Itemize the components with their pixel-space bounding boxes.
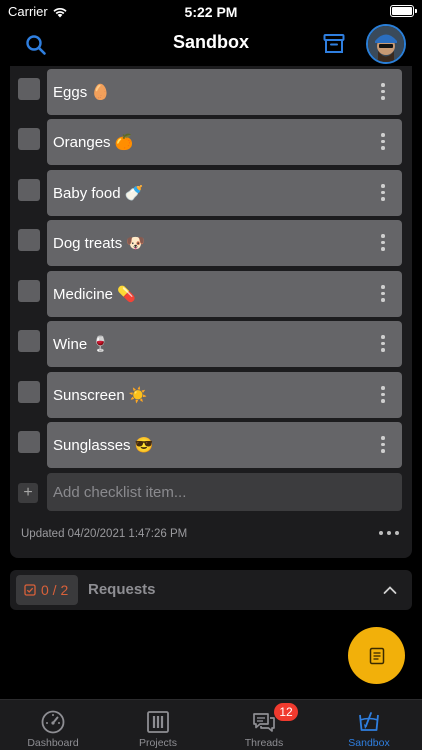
page-title: Sandbox — [172, 32, 249, 52]
requests-count-badge: 0 / 2 — [16, 575, 78, 605]
checklist-item[interactable]: Eggs 🥚 — [47, 69, 402, 115]
tab-projects[interactable]: Projects — [105, 700, 211, 750]
avatar-image — [368, 26, 404, 62]
tab-bar: Dashboard Projects Threads Sandbox — [0, 699, 422, 750]
item-label: Oranges 🍊 — [53, 134, 134, 151]
threads-unread-badge: 12 — [274, 703, 298, 721]
checklist-row: Dog treats 🐶 — [10, 220, 412, 266]
item-label: Eggs 🥚 — [53, 84, 111, 101]
item-label: Medicine 💊 — [53, 286, 136, 303]
status-time: 5:22 PM — [184, 4, 238, 20]
checklist-item[interactable]: Wine 🍷 — [47, 321, 402, 367]
requests-count: 0 / 2 — [41, 582, 69, 598]
checklist-row: Baby food 🍼 — [10, 170, 412, 216]
item-checkbox[interactable] — [18, 229, 40, 251]
battery-fill — [392, 7, 412, 15]
more-vertical-icon[interactable] — [381, 386, 385, 404]
item-label: Sunscreen ☀️ — [53, 387, 148, 404]
more-vertical-icon[interactable] — [381, 436, 385, 454]
add-item-row: + — [10, 473, 412, 511]
checklist-item[interactable]: Oranges 🍊 — [47, 119, 402, 165]
item-checkbox[interactable] — [18, 330, 40, 352]
checklist-row: Eggs 🥚 — [10, 69, 412, 115]
tab-sandbox[interactable]: Sandbox — [316, 700, 422, 750]
checklist-row: Sunglasses 😎 — [10, 422, 412, 468]
checklist-row: Medicine 💊 — [10, 271, 412, 317]
item-label: Wine 🍷 — [53, 336, 111, 353]
checkbox-icon — [24, 584, 36, 596]
item-checkbox[interactable] — [18, 128, 40, 150]
checklist-row: Wine 🍷 — [10, 321, 412, 367]
sandbox-icon — [359, 712, 379, 731]
more-vertical-icon[interactable] — [381, 133, 385, 151]
item-label: Dog treats 🐶 — [53, 235, 146, 252]
more-vertical-icon[interactable] — [381, 184, 385, 202]
more-vertical-icon[interactable] — [381, 335, 385, 353]
more-vertical-icon[interactable] — [381, 285, 385, 303]
avatar[interactable] — [366, 24, 406, 64]
archive-icon[interactable] — [322, 32, 346, 56]
tab-label: Threads — [244, 737, 284, 749]
checklist-card: Eggs 🥚 Oranges 🍊 Baby food 🍼 Dog treats … — [10, 66, 412, 558]
new-note-button[interactable] — [348, 627, 405, 684]
item-checkbox[interactable] — [18, 179, 40, 201]
updated-timestamp: Updated 04/20/2021 1:47:26 PM — [21, 528, 188, 540]
checklist-item[interactable]: Medicine 💊 — [47, 271, 402, 317]
checklist-item[interactable]: Baby food 🍼 — [47, 170, 402, 216]
more-vertical-icon[interactable] — [381, 83, 385, 101]
item-label: Sunglasses 😎 — [53, 437, 154, 454]
note-icon — [369, 647, 384, 664]
status-bar: Carrier 5:22 PM — [0, 0, 422, 24]
gauge-icon — [41, 710, 65, 734]
tab-label: Projects — [139, 737, 177, 749]
requests-section[interactable]: 0 / 2 Requests — [10, 570, 412, 610]
checklist-row: Oranges 🍊 — [10, 119, 412, 165]
more-horizontal-icon[interactable] — [379, 531, 399, 537]
more-vertical-icon[interactable] — [381, 234, 385, 252]
nav-bar: Sandbox — [0, 24, 422, 66]
item-checkbox[interactable] — [18, 381, 40, 403]
add-item-button[interactable]: + — [18, 483, 38, 503]
checklist-item[interactable]: Dog treats 🐶 — [47, 220, 402, 266]
tab-label: Sandbox — [348, 737, 390, 749]
add-item-input[interactable] — [47, 473, 402, 511]
tab-threads[interactable]: Threads — [211, 700, 317, 750]
item-checkbox[interactable] — [18, 280, 40, 302]
projects-icon — [147, 711, 169, 733]
battery-icon — [390, 5, 417, 17]
tab-label: Dashboard — [27, 737, 79, 749]
item-label: Baby food 🍼 — [53, 185, 144, 202]
item-checkbox[interactable] — [18, 78, 40, 100]
checklist-item[interactable]: Sunglasses 😎 — [47, 422, 402, 468]
tab-dashboard[interactable]: Dashboard — [0, 700, 106, 750]
item-checkbox[interactable] — [18, 431, 40, 453]
checklist-item[interactable]: Sunscreen ☀️ — [47, 372, 402, 418]
requests-title: Requests — [88, 581, 156, 598]
checklist-row: Sunscreen ☀️ — [10, 372, 412, 418]
chevron-up-icon[interactable] — [382, 582, 398, 598]
